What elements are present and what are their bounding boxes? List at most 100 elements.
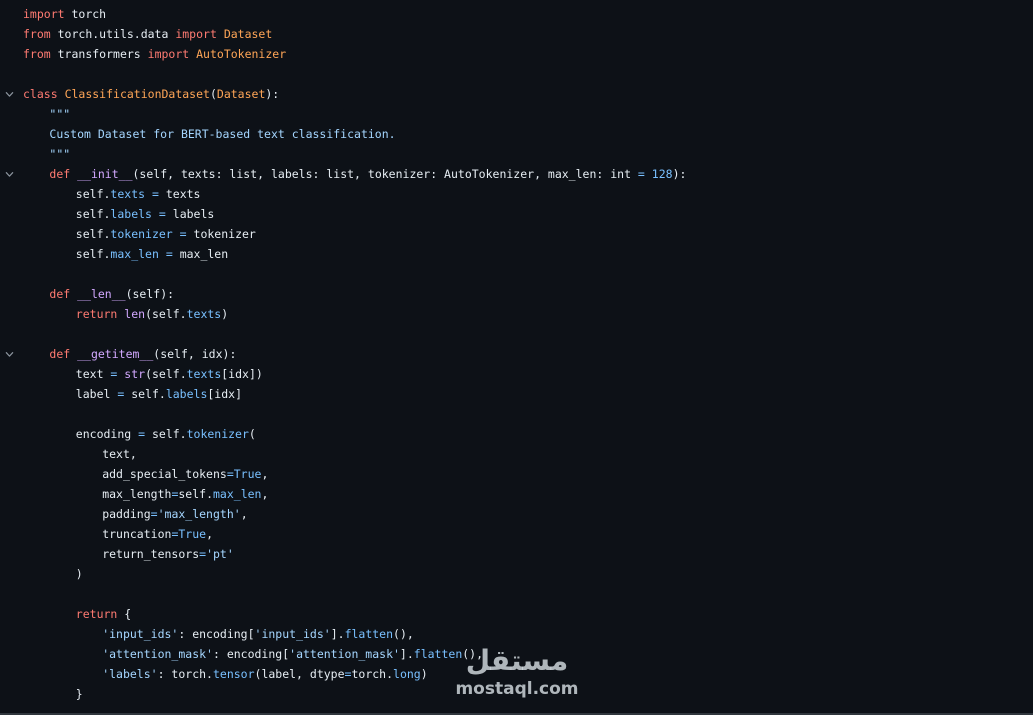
code-token: text [75, 367, 111, 381]
code-line[interactable]: Custom Dataset for BERT-based text class… [0, 124, 1033, 144]
code-text: label = self.labels[idx] [76, 384, 242, 404]
code-token: (self. [145, 307, 187, 321]
code-token: 128 [651, 167, 673, 181]
code-token: = [165, 247, 173, 261]
chevron-down-icon[interactable] [0, 164, 18, 184]
code-token: (label, dtype [254, 667, 345, 681]
code-token: = [138, 427, 146, 441]
code-line[interactable] [0, 404, 1033, 424]
code-text: padding='max_length', [102, 504, 247, 524]
code-line[interactable]: def __getitem__(self, idx): [0, 344, 1033, 364]
code-text: from torch.utils.data import Dataset [23, 24, 272, 44]
code-token: { [117, 607, 132, 621]
code-token: ) [75, 567, 83, 581]
code-token: } [75, 687, 83, 701]
code-line[interactable]: """ [0, 144, 1033, 164]
code-line[interactable]: self.texts = texts [0, 184, 1033, 204]
code-token: def [49, 167, 71, 181]
code-line[interactable]: def __init__(self, texts: list, labels: … [0, 164, 1033, 184]
code-line[interactable] [0, 324, 1033, 344]
code-token: (), [393, 627, 414, 641]
code-line[interactable]: label = self.labels[idx] [0, 384, 1033, 404]
code-token: label [75, 387, 118, 401]
code-token: ): [672, 167, 687, 181]
code-line[interactable]: self.labels = labels [0, 204, 1033, 224]
code-line[interactable]: encoding = self.tokenizer( [0, 424, 1033, 444]
code-line[interactable]: from transformers import AutoTokenizer [0, 44, 1033, 64]
code-line[interactable]: def __len__(self): [0, 284, 1033, 304]
code-line[interactable]: text, [0, 444, 1033, 464]
code-line[interactable]: return len(self.texts) [0, 304, 1033, 324]
code-token: return [75, 607, 118, 621]
code-line[interactable] [0, 64, 1033, 84]
code-line[interactable]: self.max_len = max_len [0, 244, 1033, 264]
code-token: : torch. [157, 667, 213, 681]
code-text: self.tokenizer = tokenizer [76, 224, 256, 244]
code-token: True [233, 467, 262, 481]
code-token: self. [145, 427, 187, 441]
code-token: 'attention_mask' [289, 647, 400, 661]
code-line[interactable]: 'input_ids': encoding['input_ids'].flatt… [0, 624, 1033, 644]
code-text: max_length=self.max_len, [102, 484, 268, 504]
code-editor[interactable]: import torch from torch.utils.data import… [0, 0, 1033, 715]
code-text: text, [102, 444, 137, 464]
code-text: """ [49, 104, 70, 124]
code-line[interactable]: padding='max_length', [0, 504, 1033, 524]
code-token: self. [75, 207, 111, 221]
code-token: Dataset [216, 87, 266, 101]
code-line[interactable]: from torch.utils.data import Dataset [0, 24, 1033, 44]
code-token: texts [110, 187, 146, 201]
code-token: tokenizer [186, 227, 256, 241]
code-token: (self, texts: list, labels: list, tokeni… [132, 167, 638, 181]
code-token: = [637, 167, 645, 181]
code-line[interactable]: class ClassificationDataset(Dataset): [0, 84, 1033, 104]
code-token: len [124, 307, 146, 321]
code-line[interactable]: text = str(self.texts[idx]) [0, 364, 1033, 384]
code-token: class [23, 87, 58, 101]
code-token: , [261, 467, 269, 481]
code-token: (self): [125, 287, 175, 301]
code-token: text, [102, 447, 137, 461]
code-text: def __getitem__(self, idx): [49, 344, 236, 364]
code-text: """ [49, 144, 70, 164]
code-token: = [226, 467, 234, 481]
code-text: text = str(self.texts[idx]) [76, 364, 263, 384]
code-token: 'input_ids' [254, 627, 331, 641]
code-token: [idx]) [221, 367, 263, 381]
code-line[interactable]: self.tokenizer = tokenizer [0, 224, 1033, 244]
code-line[interactable]: return_tensors='pt' [0, 544, 1033, 564]
code-token: , [240, 507, 248, 521]
code-text: 'labels': torch.tensor(label, dtype=torc… [102, 664, 427, 684]
code-text: def __len__(self): [49, 284, 174, 304]
code-token: from [23, 47, 51, 61]
code-line[interactable]: import torch [0, 4, 1033, 24]
code-line[interactable]: ) [0, 564, 1033, 584]
chevron-down-icon[interactable] [0, 84, 18, 104]
code-token: 'labels' [102, 667, 158, 681]
code-token: ClassificationDataset [64, 87, 210, 101]
code-text: add_special_tokens=True, [102, 464, 268, 484]
code-token: padding [102, 507, 151, 521]
code-line[interactable]: max_length=self.max_len, [0, 484, 1033, 504]
code-token: __getitem__ [77, 347, 154, 361]
code-token: ( [209, 87, 217, 101]
code-text: self.labels = labels [76, 204, 215, 224]
code-line[interactable]: return { [0, 604, 1033, 624]
code-token: : encoding[ [212, 647, 290, 661]
code-line[interactable] [0, 584, 1033, 604]
code-token: , [261, 487, 269, 501]
code-token: import [23, 7, 65, 21]
code-line[interactable]: truncation=True, [0, 524, 1033, 544]
code-token: = [151, 187, 159, 201]
code-text: return_tensors='pt' [102, 544, 234, 564]
chevron-down-icon[interactable] [0, 344, 18, 364]
code-token: texts [186, 307, 222, 321]
code-line[interactable]: """ [0, 104, 1033, 124]
code-token: 'attention_mask' [102, 647, 213, 661]
code-line[interactable] [0, 264, 1033, 284]
code-token: ]. [399, 647, 414, 661]
code-line[interactable]: add_special_tokens=True, [0, 464, 1033, 484]
